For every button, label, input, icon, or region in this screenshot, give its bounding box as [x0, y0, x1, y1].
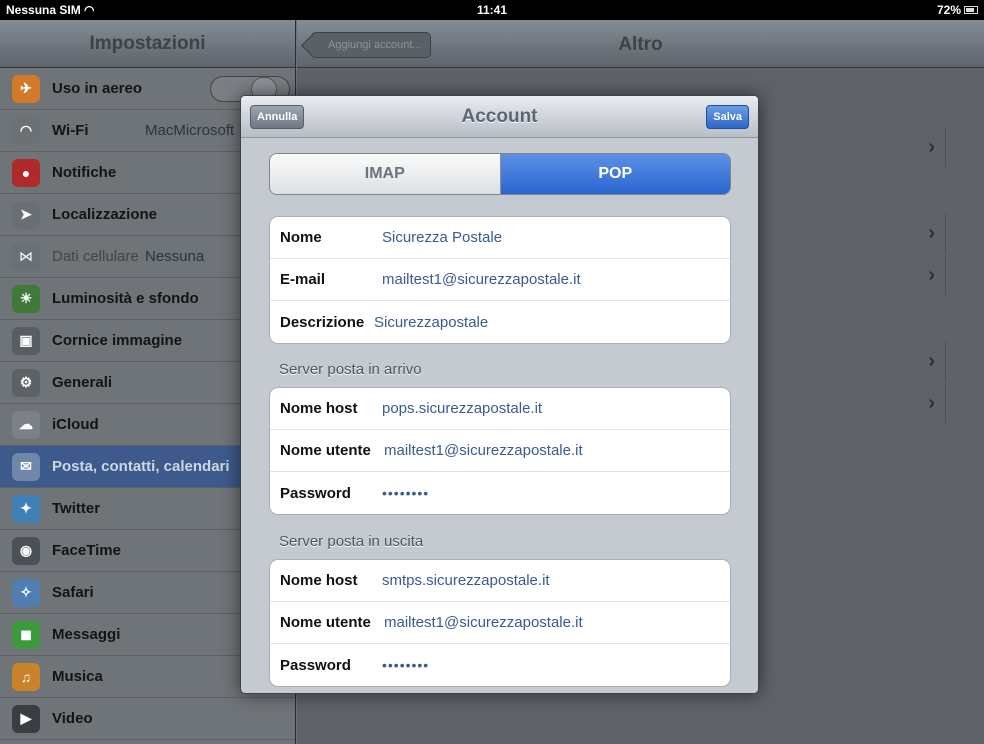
outgoing-server-header: Server posta in uscita — [279, 533, 424, 550]
outgoing-host-value[interactable]: smtps.sicurezzapostale.it — [382, 572, 550, 589]
location-icon: ➤ — [12, 200, 40, 229]
gear-icon: ⚙ — [12, 368, 40, 397]
sidebar-item-value: Nessuna — [145, 248, 205, 265]
modal-title: Account — [461, 106, 538, 127]
name-field[interactable]: Nome Sicurezza Postale — [270, 217, 730, 259]
sidebar-item-label: Luminosità e sfondo — [52, 290, 199, 307]
segment-imap[interactable]: IMAP — [270, 154, 501, 194]
sidebar-item-label: Cornice immagine — [52, 332, 183, 349]
sidebar-item-label: Dati cellulare — [52, 248, 139, 265]
sidebar-title: Impostazioni — [0, 20, 295, 68]
chevron-right-icon: › — [846, 341, 946, 381]
incoming-password-value[interactable]: •••••••• — [382, 485, 429, 501]
outgoing-password-value[interactable]: •••••••• — [382, 657, 429, 673]
email-value[interactable]: mailtest1@sicurezzapostale.it — [382, 271, 581, 288]
description-value[interactable]: Sicurezzapostale — [374, 314, 488, 331]
sidebar-item-label: Localizzazione — [52, 206, 158, 223]
music-icon: ♫ — [12, 662, 40, 691]
status-bar: Nessuna SIM ◠ 11:41 72% — [0, 0, 984, 20]
incoming-host-field[interactable]: Nome host pops.sicurezzapostale.it — [270, 388, 730, 430]
sidebar-item-label: Video — [52, 710, 93, 727]
incoming-host-value[interactable]: pops.sicurezzapostale.it — [382, 400, 542, 417]
safari-icon: ✧ — [12, 578, 40, 607]
sidebar-item-label: Notifiche — [52, 164, 117, 181]
cloud-icon: ☁ — [12, 410, 40, 439]
incoming-server-header: Server posta in arrivo — [279, 361, 422, 378]
facetime-icon: ◉ — [12, 536, 40, 565]
chevron-right-icon: › — [846, 255, 946, 295]
wifi-icon: ◠ — [12, 116, 40, 145]
battery-icon — [964, 6, 978, 14]
outgoing-username-field[interactable]: Nome utente mailtest1@sicurezzapostale.i… — [270, 602, 730, 644]
outgoing-password-field[interactable]: Password •••••••• — [270, 644, 730, 686]
sidebar-item-label: Musica — [52, 668, 103, 685]
sidebar-item-label: Posta, contatti, calendari — [52, 458, 230, 475]
chevron-right-icon: › — [846, 127, 946, 167]
sidebar-item-label: Generali — [52, 374, 113, 391]
modal-nav-bar: Annulla Account Salva — [241, 96, 758, 138]
account-modal: Annulla Account Salva IMAP POP Nome Sicu… — [240, 95, 759, 694]
outgoing-username-value[interactable]: mailtest1@sicurezzapostale.it — [384, 614, 583, 631]
sidebar-item-label: Uso in aereo — [52, 80, 143, 97]
notifications-icon: ● — [12, 158, 40, 187]
main-nav-bar: Aggiungi account... Altro — [297, 20, 984, 68]
clock: 11:41 — [476, 3, 508, 17]
sidebar-item-label: Wi-Fi — [52, 122, 89, 139]
mail-icon: ✉ — [12, 452, 40, 481]
name-value[interactable]: Sicurezza Postale — [382, 229, 502, 246]
cellular-icon: ⋈ — [12, 242, 40, 271]
picture-frame-icon: ▣ — [12, 326, 40, 355]
incoming-username-field[interactable]: Nome utente mailtest1@sicurezzapostale.i… — [270, 430, 730, 472]
sidebar-item-label: Safari — [52, 584, 94, 601]
incoming-username-value[interactable]: mailtest1@sicurezzapostale.it — [384, 442, 583, 459]
protocol-segmented-control: IMAP POP — [269, 153, 731, 195]
description-field[interactable]: Descrizione Sicurezzapostale — [270, 301, 730, 343]
chevron-right-icon: › — [846, 383, 946, 423]
twitter-icon: ✦ — [12, 494, 40, 523]
sidebar-item-label: FaceTime — [52, 542, 121, 559]
airplane-icon: ✈ — [12, 74, 40, 103]
incoming-password-field[interactable]: Password •••••••• — [270, 472, 730, 514]
sidebar-item-label: Messaggi — [52, 626, 121, 643]
sidebar-item-value: MacMicrosoft — [145, 122, 235, 139]
account-info-group: Nome Sicurezza Postale E-mail mailtest1@… — [269, 216, 731, 344]
outgoing-host-field[interactable]: Nome host smtps.sicurezzapostale.it — [270, 560, 730, 602]
chevron-right-icon: › — [846, 213, 946, 253]
battery-status: 72% — [937, 3, 978, 17]
save-button[interactable]: Salva — [706, 105, 749, 129]
sidebar-item-label: Twitter — [52, 500, 101, 517]
brightness-icon: ☀ — [12, 284, 40, 313]
video-icon: ▶ — [12, 704, 40, 733]
sidebar-item-video[interactable]: ▶ Video — [0, 698, 295, 740]
segment-pop[interactable]: POP — [500, 154, 730, 194]
messages-icon: ◼ — [12, 620, 40, 649]
incoming-server-group: Nome host pops.sicurezzapostale.it Nome … — [269, 387, 731, 515]
sidebar-item-label: iCloud — [52, 416, 99, 433]
outgoing-server-group: Nome host smtps.sicurezzapostale.it Nome… — [269, 559, 731, 687]
email-field[interactable]: E-mail mailtest1@sicurezzapostale.it — [270, 259, 730, 301]
main-title: Altro — [618, 34, 663, 55]
